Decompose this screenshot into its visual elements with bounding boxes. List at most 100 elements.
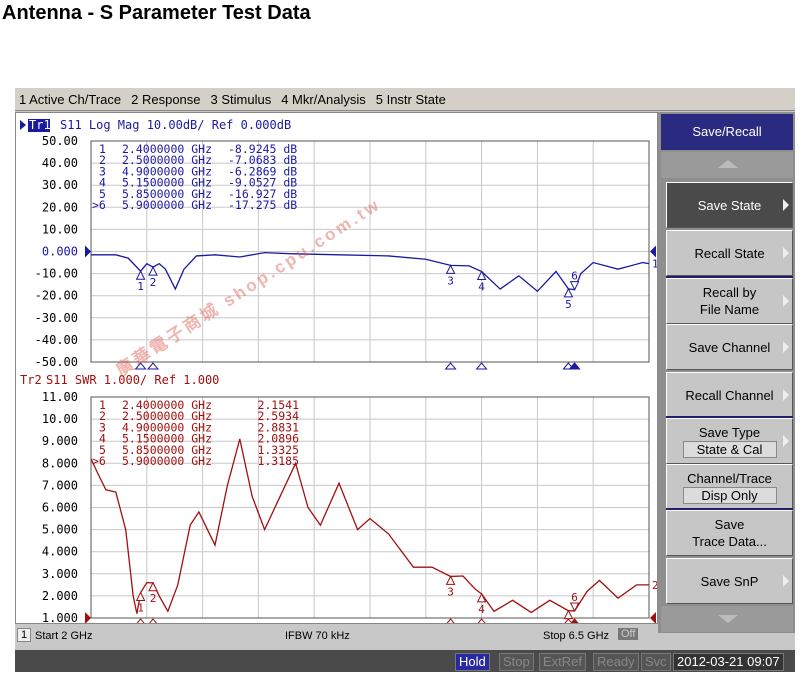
chart-tr1: 50.00 40.00 30.00 20.00 10.00 0.000 -10.00 -20.… <box>20 118 659 370</box>
softkey-title: Save/Recall <box>661 114 793 150</box>
softkey-separator <box>666 276 793 278</box>
marker-triangle-icon <box>563 609 574 620</box>
marker-axis-triangle-icon <box>146 618 160 626</box>
y-tick-label: 5.000 <box>42 523 78 537</box>
trace-name[interactable]: Tr2 <box>20 373 42 387</box>
softkey-label: Recall Channel <box>685 387 774 403</box>
marker-triangle-icon <box>476 270 487 281</box>
chevron-right-icon <box>783 247 789 259</box>
softkey-label: Save Channel <box>688 339 771 355</box>
chevron-right-icon <box>783 295 789 307</box>
marker-triangle-icon <box>445 264 456 274</box>
menu-item[interactable]: 5 Instr State <box>372 88 450 107</box>
ref-level-left-icon <box>85 245 91 258</box>
y-tick-label: -10.00 <box>35 267 78 281</box>
softkey-recall-channel[interactable]: Recall Channel <box>666 372 793 418</box>
scroll-up-button[interactable] <box>661 152 793 178</box>
marker-axis-triangle-icon <box>475 362 488 370</box>
marker-table-value: -17.275 dB <box>228 198 297 212</box>
marker-label: 6 <box>571 270 578 283</box>
marker-axis-triangle-icon <box>444 362 457 370</box>
chevron-right-icon <box>783 341 789 353</box>
chevron-right-icon <box>783 389 789 401</box>
marker-6[interactable]: 6 <box>569 591 580 613</box>
marker-label: 4 <box>478 281 485 294</box>
marker-5[interactable]: 5 <box>563 287 574 311</box>
y-tick-label: -20.00 <box>35 289 78 303</box>
arrow-down-icon <box>718 615 738 623</box>
marker-2[interactable]: 2 <box>148 581 158 605</box>
marker-axis-triangle-icon <box>444 618 457 626</box>
softkey-save-snp[interactable]: Save SnP <box>666 558 793 604</box>
softkey-label: Recall by File Name <box>699 285 760 317</box>
y-tick-label: -40.00 <box>35 333 78 347</box>
marker-2[interactable]: 2 <box>148 266 158 289</box>
scroll-down-button[interactable] <box>661 606 793 632</box>
softkey-label: Recall State <box>694 245 765 261</box>
softkey-value: Disp Only <box>682 487 777 504</box>
softkey-save-state[interactable]: Save State <box>666 182 793 228</box>
indicator-extref: ExtRef <box>539 653 587 671</box>
y-tick-label: 7.000 <box>42 478 78 492</box>
ifbw[interactable]: IFBW 70 kHz <box>285 630 350 642</box>
y-tick-label: 6.000 <box>42 501 78 515</box>
y-tick-label: 4.000 <box>42 545 78 559</box>
y-tick-label: 3.000 <box>42 567 78 581</box>
y-tick-label: 0.000 <box>42 245 78 259</box>
marker-6[interactable]: 6 <box>569 270 580 291</box>
marker-axis-triangle-icon <box>475 618 488 626</box>
y-tick-label: 30.00 <box>42 178 78 192</box>
menu-item[interactable]: 3 Stimulus <box>207 88 276 107</box>
menu-item[interactable]: 1 Active Ch/Trace <box>15 88 125 107</box>
trace-header: S11 Log Mag 10.00dB/ Ref 0.000dB <box>60 118 291 132</box>
arrow-up-icon <box>718 160 738 168</box>
softkey-save-trace-data[interactable]: Save Trace Data... <box>666 510 793 556</box>
marker-table-freq: 5.9000000 GHz <box>122 198 212 212</box>
off-indicator: Off <box>618 628 639 640</box>
y-tick-label: 2.000 <box>42 589 78 603</box>
start-frequency[interactable]: Start 2 GHz <box>35 630 92 642</box>
marker-triangle-icon <box>135 270 146 280</box>
channel-status-bar: 1 Start 2 GHz IFBW 70 kHz Stop 6.5 GHz O… <box>15 626 656 646</box>
indicator-ready: Ready <box>593 653 639 671</box>
y-tick-label: 1.000 <box>42 611 78 623</box>
marker-triangle-icon <box>148 266 158 276</box>
trace-name[interactable]: Tr1 <box>29 118 51 132</box>
marker-table-id: >6 <box>92 198 106 212</box>
softkey-label: Save State <box>697 197 762 213</box>
marker-triangle-icon <box>135 591 146 601</box>
marker-3[interactable]: 3 <box>445 575 456 598</box>
marker-label: 6 <box>571 591 578 604</box>
trace-header: S11 SWR 1.000/ Ref 1.000 <box>46 373 219 387</box>
trace-end-label: 2 <box>652 579 657 592</box>
ref-level-right-icon <box>650 245 656 258</box>
marker-1[interactable]: 1 <box>135 270 146 293</box>
chevron-right-icon <box>783 435 789 447</box>
marker-label: 1 <box>137 280 144 293</box>
menu-item[interactable]: 2 Response <box>127 88 204 107</box>
ref-level-left-icon <box>85 612 91 624</box>
channel-number[interactable]: 1 <box>17 628 32 642</box>
menu-item[interactable]: 4 Mkr/Analysis <box>277 88 370 107</box>
marker-3[interactable]: 3 <box>445 264 456 287</box>
marker-triangle-icon <box>569 281 580 291</box>
softkey-label: Save Type <box>698 425 761 440</box>
chevron-right-icon <box>783 199 789 211</box>
softkey-recall-state[interactable]: Recall State <box>666 230 793 276</box>
softkey-separator <box>666 508 793 510</box>
softkey-recall-by-file-name[interactable]: Recall by File Name <box>666 278 793 324</box>
softkey-value: State & Cal <box>682 441 777 458</box>
softkey-channel-trace[interactable]: Channel/Trace Disp Only <box>666 464 793 510</box>
softkey-save-channel[interactable]: Save Channel <box>666 324 793 370</box>
marker-table-freq: 5.9000000 GHz <box>122 454 212 468</box>
y-tick-label: -50.00 <box>35 355 78 369</box>
indicator-stop: Stop <box>499 653 534 671</box>
y-tick-label: 40.00 <box>42 156 78 170</box>
datetime: 2012-03-21 09:07 <box>673 653 784 671</box>
stop-frequency[interactable]: Stop 6.5 GHz <box>543 630 609 642</box>
softkey-save-type[interactable]: Save Type State & Cal <box>666 418 793 464</box>
marker-label: 1 <box>137 601 144 614</box>
marker-triangle-icon <box>563 287 574 298</box>
y-tick-label: 10.00 <box>42 412 78 426</box>
y-tick-label: 50.00 <box>42 134 78 148</box>
